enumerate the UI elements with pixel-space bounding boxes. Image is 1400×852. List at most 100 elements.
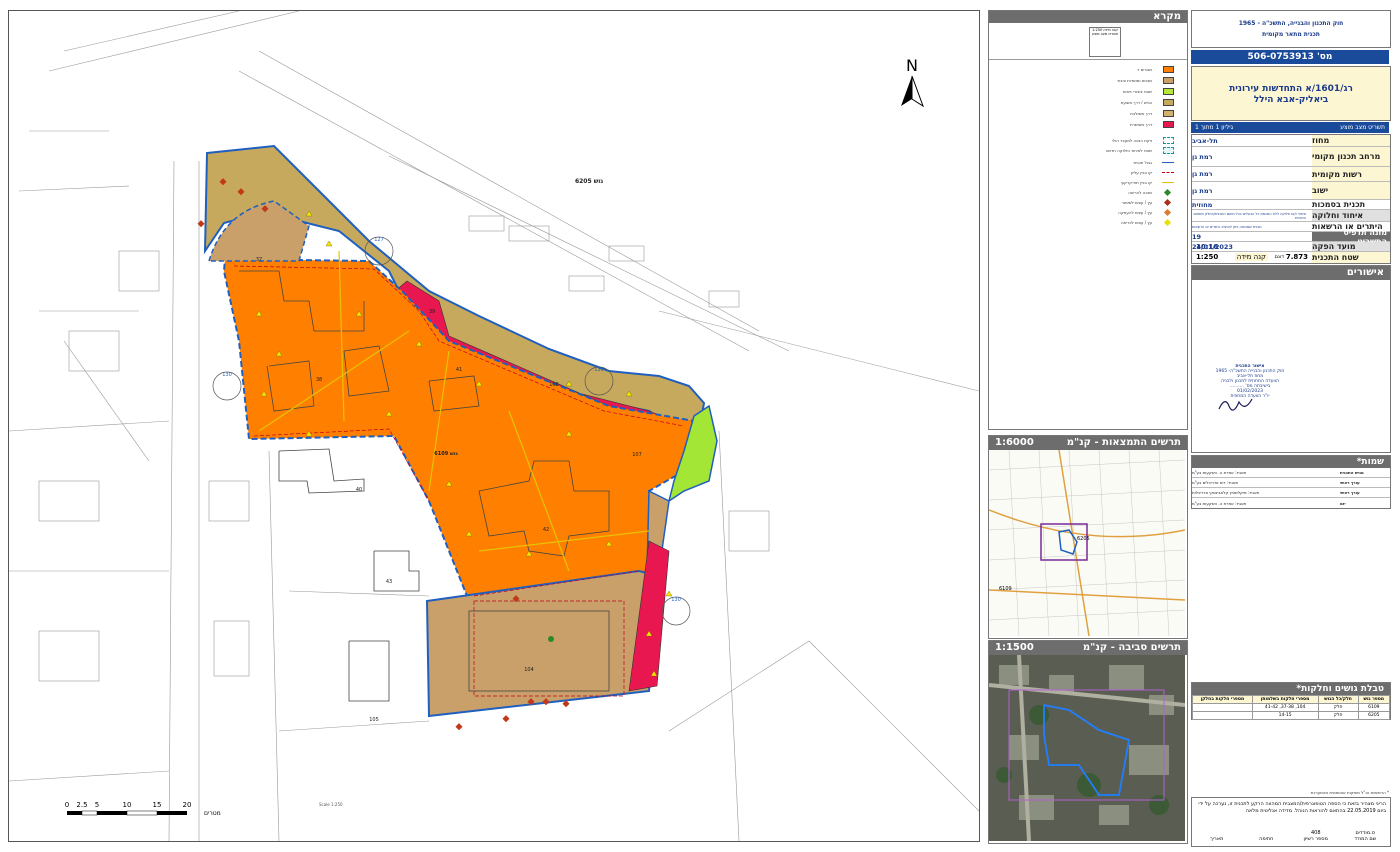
name-row: מגיש התכנית תאגיד: אפרת ה. השקעות בע"מ: [1192, 468, 1390, 478]
legend-symbol: קו בניין תת-קרקעי: [994, 178, 1182, 188]
version-row: מונה תדפיס התשריט 19: [1192, 228, 1390, 246]
parcel-label: 107: [632, 452, 642, 458]
parcel-label: 106: [549, 382, 559, 388]
plan-name-box: רג/1601/א התחדשות עירונית ביאליק-אבא היל…: [1191, 66, 1391, 121]
merge-row: איחוד וחלוקה איחוד ו/או חלוקה ללא הסכמת כ…: [1192, 210, 1390, 222]
date-row: מועד הפקה 24/01/2023 10:16: [1192, 242, 1390, 252]
scale-tick: 5: [95, 801, 99, 809]
surroundings-sketch-title: תרשים סביבה - קנ"מ: [1082, 642, 1181, 653]
sheet-number: גיליון 1 מתוך 1: [1195, 124, 1234, 131]
approvals-title: אישורים: [1192, 266, 1390, 280]
signature-icon: [1218, 398, 1253, 411]
detail-row: מחוז תל-אביב: [1192, 135, 1390, 147]
legend-title: מקרא: [989, 11, 1187, 23]
scale-tick: 15: [153, 801, 162, 809]
approvals-panel: אישורים אישור התכנית חוק התכנון והבנייה …: [1191, 265, 1391, 453]
surroundings-sketch-header: תרשים סביבה - קנ"מ 1:1500: [989, 641, 1187, 655]
name-row: עורך ראשי תאגיד: דיס אדריכלים בע"מ: [1192, 478, 1390, 488]
legend-stamp: קנה מידה 1:250 תשריט מצב מוצע: [1089, 27, 1121, 57]
law-header: חוק התכנון והבנייה, התשכ"ה - 1965 תכנית …: [1191, 10, 1391, 48]
tree-preserve-marker: [548, 636, 554, 642]
north-label: N: [906, 56, 918, 75]
legend-stamp-line: תשריט מצב מוצע: [1091, 32, 1119, 36]
surveyor-panel: הריני מצהיר בזאת כי הספה הטופוגרפית/המצב…: [1191, 797, 1391, 847]
detail-row: מרחב תכנון מקומי רמת גן: [1192, 147, 1390, 167]
scale-text: Scale 1:250: [319, 802, 343, 807]
legend-symbol: זיקת הנאה למעבר רגלי: [994, 136, 1182, 146]
parcels-header: מספר גוש: [1357, 695, 1391, 704]
plan-details: מחוז תל-אביב מרחב תכנון מקומי רמת גן רשות …: [1191, 134, 1391, 264]
location-sketch-title: תרשים התמצאות - קנ"מ: [1066, 437, 1181, 448]
legend-symbol: קו בניין עליון: [994, 168, 1182, 178]
legend-item-public-buildings: מבנים ומוסדות ציבור: [994, 76, 1182, 86]
detail-row: רשות מקומית רמת גן: [1192, 167, 1390, 182]
plan-name-line2: ביאליק-אבא הילל: [1253, 95, 1329, 105]
signature-cell: חתימה: [1259, 836, 1274, 842]
date-cell: תאריך: [1210, 836, 1224, 842]
parcel-label: 41: [456, 367, 462, 373]
block-label-6205: גוש 6205: [575, 178, 603, 185]
plan-map-svg: 127 130 130 130 37 38 39 40 41 42 43 104…: [9, 11, 979, 841]
area-label-4: 130: [671, 597, 681, 603]
parcels-panel: טבלת גושים וחלקות* מספר גוש חלק/כל הגוש …: [1191, 682, 1391, 720]
legend-symbol: עץ / עצים לשימור: [994, 198, 1182, 208]
sketch-block-label: 6109: [999, 586, 1012, 592]
area-label-3: 130: [594, 367, 604, 373]
table-row: 6109 חלק 104, 37-38, 41-42: [1192, 703, 1391, 712]
legend-panel: מקרא קנה מידה 1:250 תשריט מצב מוצע מגורי…: [988, 10, 1188, 430]
parcel-label: 38: [316, 377, 322, 383]
surveyor-declaration: הריני מצהיר בזאת כי הספה הטופוגרפית/המצב…: [1198, 801, 1386, 814]
authority-row: תכנית בסמכות מחוזית: [1192, 200, 1390, 210]
parcels-header: מספרי חלקות בחלקן: [1192, 695, 1253, 704]
name-row: עורך ראשי תאגיד: מיקלשטיין קלאבינסקי אדרי…: [1192, 488, 1390, 498]
footer-note: * הרשימות הנ"ל מופקות אוטומטית מהמערכת: [1310, 790, 1389, 795]
scale-tick: 2.5: [76, 801, 87, 809]
sheet-bar: תשריט מצב מוצע גיליון 1 מתוך 1: [1191, 122, 1389, 133]
surveyor-name-cell: ס.מודדים שם המודד: [1354, 830, 1377, 842]
scale-bar: 0 2.5 5 10 15 20 מטרים: [65, 801, 221, 817]
north-arrow-icon: N: [901, 56, 924, 108]
scale-tick: 0: [65, 801, 69, 809]
parcel-label: 105: [369, 717, 379, 723]
scale-tick: 20: [183, 801, 192, 809]
parcels-title: טבלת גושים וחלקות*: [1192, 683, 1390, 695]
plan-number: מס' 506-0753913: [1191, 50, 1389, 64]
location-sketch-map[interactable]: 6205 6109: [989, 450, 1185, 636]
surroundings-sketch-scale: 1:1500: [995, 642, 1034, 653]
area-label-1: 127: [374, 237, 384, 243]
sketch-block-label: 6205: [1077, 536, 1090, 542]
legend-item-road-proposed: כביש / דרך מוצעת: [994, 98, 1182, 108]
name-row: יזם תאגיד: אפרת ה. השקעות בע"מ: [1192, 498, 1390, 508]
location-sketch-header: תרשים התמצאות - קנ"מ 1:6000: [989, 436, 1187, 450]
aerial-photo[interactable]: [989, 655, 1185, 841]
map-top-coordinates: [8, 1, 978, 10]
legend-symbol: עץ / עצים לכריתה: [994, 218, 1182, 228]
parcel-label: 43: [386, 579, 392, 585]
legend-item-residential: מגורים ד: [994, 65, 1182, 75]
area-label-2: 130: [222, 372, 232, 378]
plan-map[interactable]: 127 130 130 130 37 38 39 40 41 42 43 104…: [8, 10, 980, 842]
sheet-label: תשריט מצב מוצע: [1340, 124, 1385, 131]
block-label-6109: גוש 6109: [434, 451, 458, 457]
law-title: חוק התכנון והבנייה, התשכ"ה - 1965: [1238, 20, 1344, 27]
parcels-header: מספרי חלקות בשלמותן: [1251, 695, 1319, 704]
legend-symbol: שטח לאיחוד וחלוקה חדשה: [994, 146, 1182, 156]
license-cell: 408 מספר רשיון: [1303, 830, 1328, 842]
surroundings-sketch-panel: תרשים סביבה - קנ"מ 1:1500: [988, 640, 1188, 844]
legend-symbol: גבול תכנית: [994, 158, 1182, 168]
parcel-label: 37: [256, 257, 262, 263]
names-panel: שמות* מגיש התכנית תאגיד: אפרת ה. השקעות ב…: [1191, 455, 1391, 509]
parcels-header: חלק/כל הגוש: [1317, 695, 1359, 704]
plan-type: תכנית מתאר מקומית: [1262, 31, 1320, 38]
plan-name-line1: רג/1601/א התחדשות עירונית: [1229, 84, 1353, 94]
scale-tick: 10: [123, 801, 132, 809]
location-sketch-scale: 1:6000: [995, 437, 1034, 448]
area-row: שטח התכנית 7.873 דונם קנה מידה 1:250: [1192, 252, 1390, 263]
parcel-label: 42: [543, 527, 549, 533]
names-title: שמות*: [1192, 456, 1390, 468]
parcel-label: 104: [524, 667, 534, 673]
legend-symbol: מבנה להריסה: [994, 188, 1182, 198]
parcel-label: 40: [356, 487, 362, 493]
legend-item-combined-road: דרך משולבת: [994, 109, 1182, 119]
parcels-table: מספר גוש חלק/כל הגוש מספרי חלקות בשלמותן…: [1192, 695, 1391, 720]
